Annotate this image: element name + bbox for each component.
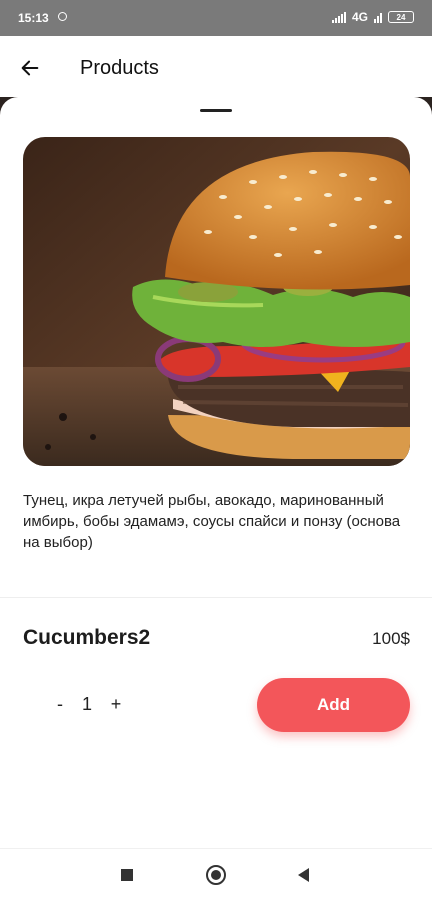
product-sheet: Тунец, икра летучей рыбы, авокадо, марин… (0, 97, 432, 857)
home-circle-icon[interactable] (206, 865, 226, 885)
battery-level: 24 (396, 12, 406, 22)
system-nav-bar (0, 848, 432, 901)
signal-icon (331, 11, 346, 23)
product-description: Тунец, икра летучей рыбы, авокадо, марин… (23, 492, 401, 551)
status-indicators: 4G 24 (331, 10, 414, 24)
drag-handle[interactable] (200, 109, 232, 112)
back-button[interactable] (12, 50, 48, 86)
divider (0, 597, 432, 598)
app-bar: Products (0, 36, 432, 100)
network-type: 4G (351, 10, 368, 24)
status-bar: 15:13 4G 24 (0, 0, 432, 36)
wifi-icon (374, 12, 382, 23)
product-name: Cucumbers2 (23, 626, 151, 649)
back-triangle-icon[interactable] (298, 868, 309, 882)
page-title: Products (80, 57, 159, 79)
battery-icon: 24 (388, 11, 414, 23)
decrease-button[interactable]: - (50, 689, 70, 719)
product-price: 100$ (372, 629, 410, 648)
quantity-stepper: - 1 + (50, 689, 126, 719)
recents-square-icon[interactable] (121, 869, 133, 881)
quantity-value: 1 (81, 693, 92, 714)
alarm-clock-icon (58, 12, 67, 21)
product-image (23, 137, 410, 466)
increase-button[interactable]: + (106, 689, 126, 719)
add-button[interactable]: Add (257, 678, 410, 732)
burger-image (23, 137, 410, 466)
status-time: 15:13 (18, 11, 49, 25)
arrow-left-icon (21, 60, 39, 76)
